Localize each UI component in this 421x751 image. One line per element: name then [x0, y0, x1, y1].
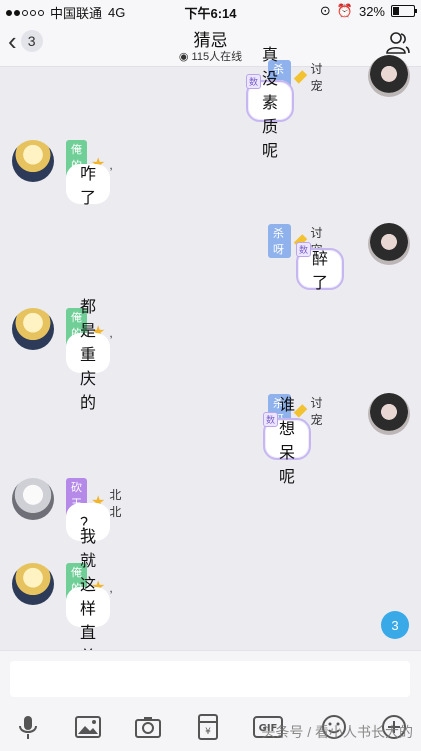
avatar[interactable]: [368, 55, 410, 97]
status-bar: 中国联通 4G 下午6:14 ⊙ ⏰ 32%: [0, 0, 421, 22]
level-badge: 数: [296, 242, 312, 257]
online-count: ◉ 115人在线: [178, 51, 243, 63]
online-count-text: 115人在线: [191, 51, 243, 63]
sender-name: ,: [109, 158, 113, 172]
mic-icon[interactable]: [12, 711, 44, 743]
message-text: 醉了: [312, 251, 329, 292]
diamond-icon: [294, 404, 308, 418]
message-bubble[interactable]: 数 真没素质呢: [246, 47, 295, 160]
message-bubble[interactable]: 都是重庆的: [66, 299, 111, 412]
svg-text:¥: ¥: [205, 727, 211, 737]
avatar[interactable]: [12, 563, 54, 605]
people-icon: [386, 32, 410, 54]
battery-percent: 32%: [358, 3, 385, 19]
watermark: 头条号 / 看小人书长大的: [261, 724, 413, 740]
sender-name: ,: [109, 326, 113, 340]
chat-header: ‹ 3 猜忌 ◉ 115人在线: [0, 22, 421, 67]
sender-name: 讨宠: [310, 396, 323, 427]
message-bubble[interactable]: 数 谁想呆呢: [263, 397, 312, 486]
avatar[interactable]: [12, 140, 54, 182]
sender-name: 北北: [109, 488, 122, 519]
member-tag: 杀呀: [268, 224, 292, 258]
new-message-indicator[interactable]: 3: [381, 611, 409, 639]
sender-name: ,: [109, 581, 113, 595]
level-badge: 数: [263, 412, 279, 427]
avatar[interactable]: [368, 393, 410, 435]
message-text: 都是重庆的: [80, 299, 97, 412]
image-icon[interactable]: [72, 711, 104, 743]
camera-icon[interactable]: [132, 711, 164, 743]
message-bubble[interactable]: 咋了: [66, 164, 111, 207]
avatar[interactable]: [12, 478, 54, 520]
message-input[interactable]: [10, 661, 410, 697]
message-text: 咋了: [80, 166, 97, 207]
lock-rotation-icon: ⊙: [319, 3, 331, 18]
alarm-icon: ⏰: [336, 3, 353, 18]
level-badge: 数: [246, 74, 262, 89]
message-bubble[interactable]: 数 醉了: [296, 242, 345, 292]
red-packet-icon[interactable]: ¥: [192, 711, 224, 743]
battery-icon: [391, 5, 417, 17]
message-text: 真没素质呢: [262, 47, 279, 160]
avatar[interactable]: [368, 223, 410, 265]
message-text: 谁想呆呢: [279, 397, 296, 486]
avatar[interactable]: [12, 308, 54, 350]
message-bubble[interactable]: 我就这样直着说: [66, 529, 111, 690]
